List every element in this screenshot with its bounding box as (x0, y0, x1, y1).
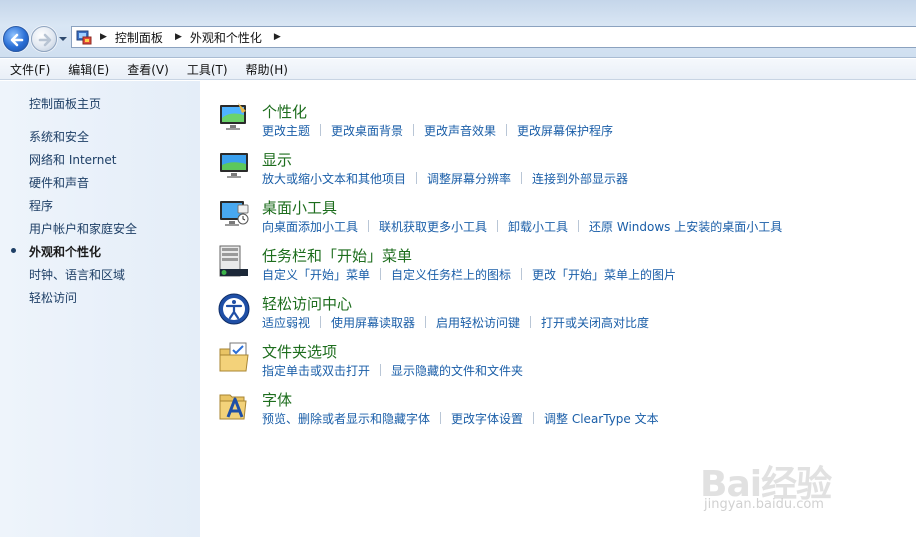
section-title[interactable]: 轻松访问中心 (262, 293, 352, 314)
section-gadgets: 桌面小工具 向桌面添加小工具 联机获取更多小工具 卸载小工具 还原 Window… (218, 197, 908, 241)
menu-view[interactable]: 查看(V) (117, 61, 177, 78)
section-personalization: 个性化 更改主题 更改桌面背景 更改声音效果 更改屏幕保护程序 (218, 101, 908, 145)
link-separator (425, 316, 427, 328)
title-bar: ▶ 控制面板 ▶ 外观和个性化 ▶ (0, 0, 916, 58)
link-separator (521, 268, 523, 280)
link-separator (380, 268, 382, 280)
section-title[interactable]: 桌面小工具 (262, 197, 337, 218)
active-item-bullet (11, 248, 16, 253)
link-customize-start-menu[interactable]: 自定义「开始」菜单 (262, 266, 370, 283)
link-change-start-picture[interactable]: 更改「开始」菜单上的图片 (532, 266, 676, 283)
recent-pages-dropdown-icon[interactable] (58, 34, 68, 44)
section-folder-options: 文件夹选项 指定单击或双击打开 显示隐藏的文件和文件夹 (218, 341, 908, 385)
watermark-url: jingyan.baidu.com (704, 497, 824, 512)
section-ease-of-access: 轻松访问中心 适应弱视 使用屏幕读取器 启用轻松访问键 打开或关闭高对比度 (218, 293, 908, 337)
sidebar-item-user-accounts[interactable]: 用户帐户和家庭安全 (29, 220, 137, 237)
link-add-gadgets[interactable]: 向桌面添加小工具 (262, 218, 358, 235)
link-high-contrast[interactable]: 打开或关闭高对比度 (541, 314, 649, 331)
navigation-pane: 控制面板主页 系统和安全 网络和 Internet 硬件和声音 程序 用户帐户和… (0, 81, 200, 537)
section-taskbar: 任务栏和「开始」菜单 自定义「开始」菜单 自定义任务栏上的图标 更改「开始」菜单… (218, 245, 908, 289)
link-screen-reader[interactable]: 使用屏幕读取器 (331, 314, 415, 331)
menu-file[interactable]: 文件(F) (0, 61, 58, 78)
sidebar-item-network[interactable]: 网络和 Internet (29, 151, 116, 168)
breadcrumb-arrow-icon[interactable]: ▶ (175, 32, 182, 42)
back-button[interactable] (3, 26, 29, 52)
link-external-display[interactable]: 连接到外部显示器 (532, 170, 628, 187)
sidebar-item-hardware-sound[interactable]: 硬件和声音 (29, 174, 89, 191)
link-change-background[interactable]: 更改桌面背景 (331, 122, 403, 139)
breadcrumb-arrow-icon[interactable]: ▶ (274, 32, 281, 42)
link-separator (533, 412, 535, 424)
link-restore-gadgets[interactable]: 还原 Windows 上安装的桌面小工具 (589, 218, 782, 235)
link-separator (380, 364, 382, 376)
link-separator (320, 316, 322, 328)
back-arrow-icon (10, 33, 24, 47)
forward-button[interactable] (31, 26, 57, 52)
sidebar-item-appearance[interactable]: 外观和个性化 (29, 243, 101, 260)
section-title[interactable]: 个性化 (262, 101, 307, 122)
link-separator (413, 124, 415, 136)
link-change-screensaver[interactable]: 更改屏幕保护程序 (517, 122, 613, 139)
forward-arrow-icon (38, 33, 52, 47)
menu-tools[interactable]: 工具(T) (177, 61, 236, 78)
breadcrumb-arrow-icon[interactable]: ▶ (100, 32, 107, 42)
sidebar-item-ease-of-access[interactable]: 轻松访问 (29, 289, 77, 306)
gadgets-icon (220, 201, 249, 226)
address-bar[interactable]: ▶ 控制面板 ▶ 外观和个性化 ▶ (71, 26, 916, 48)
section-title[interactable]: 显示 (262, 149, 292, 170)
link-show-hidden-files[interactable]: 显示隐藏的文件和文件夹 (391, 362, 523, 379)
sidebar-item-system-security[interactable]: 系统和安全 (29, 128, 89, 145)
fonts-icon (219, 394, 247, 420)
sidebar-item-home[interactable]: 控制面板主页 (29, 95, 101, 112)
link-separator (416, 172, 418, 184)
link-separator (521, 172, 523, 184)
control-panel-icon (76, 30, 92, 45)
link-separator (368, 220, 370, 232)
sidebar-item-programs[interactable]: 程序 (29, 197, 53, 214)
link-preview-fonts[interactable]: 预览、删除或者显示和隐藏字体 (262, 410, 430, 427)
link-separator (497, 220, 499, 232)
link-font-settings[interactable]: 更改字体设置 (451, 410, 523, 427)
link-resize-text[interactable]: 放大或缩小文本和其他项目 (262, 170, 406, 187)
section-title[interactable]: 任务栏和「开始」菜单 (262, 245, 412, 266)
link-separator (530, 316, 532, 328)
taskbar-icon (219, 245, 248, 277)
section-display: 显示 放大或缩小文本和其他项目 调整屏幕分辨率 连接到外部显示器 (218, 149, 908, 193)
link-get-more-gadgets[interactable]: 联机获取更多小工具 (379, 218, 487, 235)
link-single-double-click[interactable]: 指定单击或双击打开 (262, 362, 370, 379)
display-icon (220, 153, 248, 178)
breadcrumb-control-panel[interactable]: 控制面板 (115, 29, 163, 46)
link-separator (578, 220, 580, 232)
ease-of-access-icon (218, 293, 250, 325)
link-change-theme[interactable]: 更改主题 (262, 122, 310, 139)
link-uninstall-gadget[interactable]: 卸载小工具 (508, 218, 568, 235)
baidu-watermark: Bai经验 jingyan.baidu.com (700, 455, 870, 517)
section-title[interactable]: 文件夹选项 (262, 341, 337, 362)
sidebar-item-clock-language[interactable]: 时钟、语言和区域 (29, 266, 125, 283)
link-separator (440, 412, 442, 424)
link-change-sounds[interactable]: 更改声音效果 (424, 122, 496, 139)
section-fonts: 字体 预览、删除或者显示和隐藏字体 更改字体设置 调整 ClearType 文本 (218, 389, 908, 433)
menu-help[interactable]: 帮助(H) (236, 61, 296, 78)
link-separator (320, 124, 322, 136)
link-cleartype[interactable]: 调整 ClearType 文本 (544, 410, 659, 427)
personalization-icon (220, 103, 246, 130)
section-title[interactable]: 字体 (262, 389, 292, 410)
menu-bar: 文件(F) 编辑(E) 查看(V) 工具(T) 帮助(H) (0, 59, 916, 80)
breadcrumb-appearance[interactable]: 外观和个性化 (190, 29, 262, 46)
link-adjust-resolution[interactable]: 调整屏幕分辨率 (427, 170, 511, 187)
link-low-vision[interactable]: 适应弱视 (262, 314, 310, 331)
folder-options-icon (219, 342, 249, 372)
link-access-keys[interactable]: 启用轻松访问键 (436, 314, 520, 331)
link-separator (506, 124, 508, 136)
menu-edit[interactable]: 编辑(E) (58, 61, 117, 78)
link-customize-taskbar-icons[interactable]: 自定义任务栏上的图标 (391, 266, 511, 283)
